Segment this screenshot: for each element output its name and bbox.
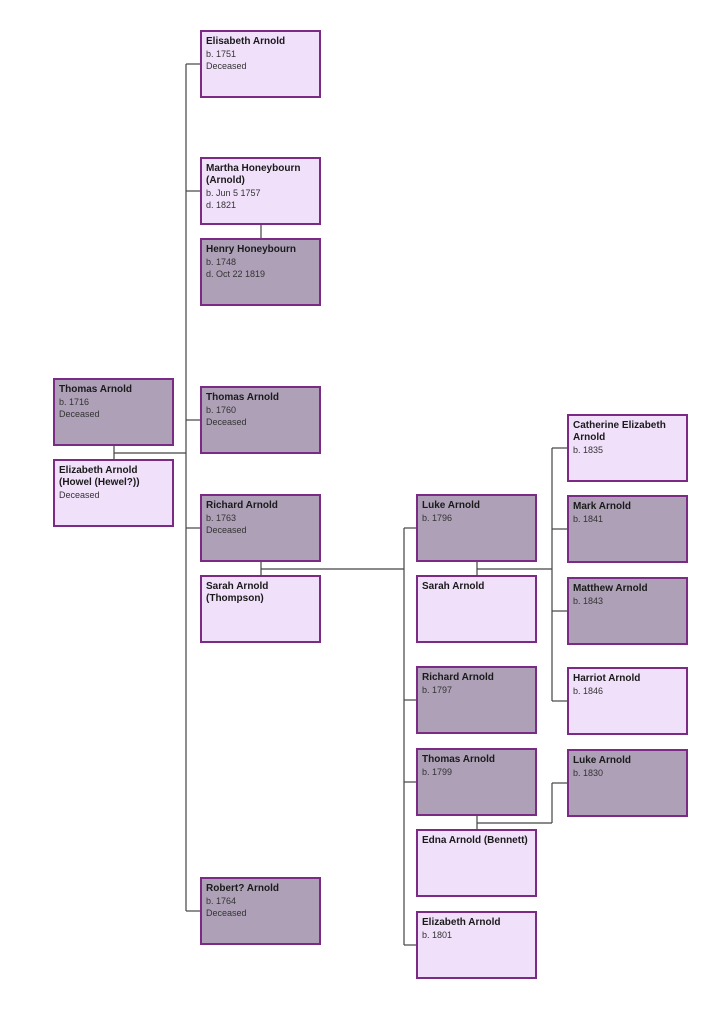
person-name: Thomas Arnold (59, 384, 132, 395)
person-detail: b. 1764 (206, 896, 237, 906)
person-card[interactable]: Henry Honeybourn b. 1748 d. Oct 22 1819 (200, 238, 321, 306)
person-card[interactable]: Sarah Arnold (Thompson) (200, 575, 321, 643)
person-name: Robert? Arnold (206, 883, 279, 894)
person-detail: d. 1821 (206, 200, 237, 210)
person-detail: b. 1841 (573, 514, 604, 524)
person-card[interactable]: Thomas Arnold b. 1760 Deceased (200, 386, 321, 454)
person-detail: b. 1751 (206, 49, 237, 59)
person-detail: d. Oct 22 1819 (206, 269, 266, 279)
person-detail: b. 1797 (422, 685, 453, 695)
person-card[interactable]: Edna Arnold (Bennett) (416, 829, 537, 897)
person-name: Harriot Arnold (573, 673, 641, 684)
person-detail: b. 1846 (573, 686, 604, 696)
person-name: Elisabeth Arnold (206, 36, 286, 47)
person-card[interactable]: Elizabeth Arnold (Howel (Hewel?)) Decease… (53, 459, 174, 527)
person-detail: Deceased (206, 417, 247, 427)
person-detail: b. 1763 (206, 513, 237, 523)
person-name: Sarah Arnold (Thompson) (206, 581, 269, 604)
person-detail: b. 1835 (573, 445, 604, 455)
person-card[interactable]: Harriot Arnold b. 1846 (567, 667, 688, 735)
person-card[interactable]: Richard Arnold b. 1797 (416, 666, 537, 734)
person-name: Luke Arnold (422, 500, 480, 511)
person-detail: b. 1760 (206, 405, 237, 415)
person-card[interactable]: Catherine Elizabeth Arnold b. 1835 (567, 414, 688, 482)
person-detail: b. 1796 (422, 513, 453, 523)
person-card[interactable]: Mark Arnold b. 1841 (567, 495, 688, 563)
person-card[interactable]: Elisabeth Arnold b. 1751 Deceased (200, 30, 321, 98)
person-card[interactable]: Richard Arnold b. 1763 Deceased (200, 494, 321, 562)
person-detail: b. 1801 (422, 930, 453, 940)
person-detail: Deceased (206, 525, 247, 535)
person-name: Edna Arnold (Bennett) (422, 835, 528, 846)
person-card[interactable]: Sarah Arnold (416, 575, 537, 643)
person-name: Luke Arnold (573, 755, 631, 766)
person-card[interactable]: Elizabeth Arnold b. 1801 (416, 911, 537, 979)
person-detail: b. 1843 (573, 596, 604, 606)
person-name: Thomas Arnold (422, 754, 495, 765)
person-name: Martha Honeybourn (Arnold) (206, 163, 301, 186)
person-card[interactable]: Luke Arnold b. 1796 (416, 494, 537, 562)
person-detail: Deceased (59, 409, 100, 419)
person-detail: b. 1830 (573, 768, 604, 778)
person-card[interactable]: Luke Arnold b. 1830 (567, 749, 688, 817)
person-name: Elizabeth Arnold (422, 917, 501, 928)
person-name: Henry Honeybourn (206, 244, 297, 255)
person-detail: b. 1716 (59, 397, 90, 407)
person-name: Elizabeth Arnold (Howel (Hewel?)) (59, 465, 140, 488)
person-name: Sarah Arnold (422, 581, 485, 592)
person-name: Richard Arnold (422, 672, 494, 683)
person-detail: Deceased (59, 490, 100, 500)
person-name: Catherine Elizabeth Arnold (573, 420, 666, 443)
person-detail: b. 1799 (422, 767, 453, 777)
person-detail: Deceased (206, 908, 247, 918)
person-card[interactable]: Matthew Arnold b. 1843 (567, 577, 688, 645)
person-card[interactable]: Thomas Arnold b. 1716 Deceased (53, 378, 174, 446)
person-card[interactable]: Thomas Arnold b. 1799 (416, 748, 537, 816)
person-detail: b. Jun 5 1757 (206, 188, 261, 198)
person-name: Richard Arnold (206, 500, 278, 511)
person-detail: Deceased (206, 61, 247, 71)
person-name: Mark Arnold (573, 501, 631, 512)
person-name: Thomas Arnold (206, 392, 279, 403)
person-card[interactable]: Robert? Arnold b. 1764 Deceased (200, 877, 321, 945)
person-detail: b. 1748 (206, 257, 237, 267)
person-card[interactable]: Martha Honeybourn (Arnold) b. Jun 5 1757 d… (200, 157, 321, 225)
person-name: Matthew Arnold (573, 583, 648, 594)
